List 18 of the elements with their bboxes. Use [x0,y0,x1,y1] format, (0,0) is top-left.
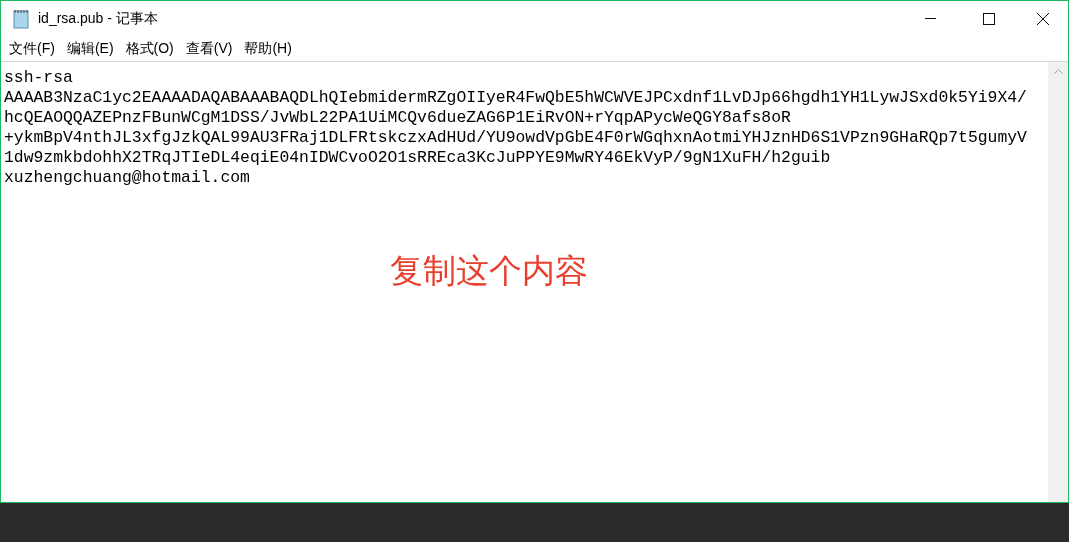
text-line: xuzhengchuang@hotmail.com [4,168,250,188]
menu-item[interactable]: 格式(O) [119,38,180,59]
window-title: id_rsa.pub - 记事本 [38,9,158,28]
close-icon [1037,12,1049,25]
text-line: AAAAB3NzaC1yc2EAAAADAQABAAABAQDLhQIebmidermRZgOIIyeR4FwQbE5hWCWVEJPCxdnf1LvDJp66hgdh1YH1LywJSxd0k5Yi9X4/ [4,88,1027,108]
text-line: +ykmBpV4nthJL3xfgJzkQAL99AU3FRaj1DLFRtskczxAdHUd/YU9owdVpGbE4F0rWGqhxnAotmiYHJznHD6S1VPzn9GHaRQp7t5gumyV [4,128,1027,148]
scroll-up-icon[interactable] [1053,68,1063,74]
scrollbar[interactable] [1048,62,1068,502]
menu-item[interactable]: 编辑(E) [60,38,120,59]
text-line: hcQEAOQQAZEPnzFBunWCgM1DSS/JvWbL22PA1UiMCQv6dueZAG6P1EiRvON+rYqpAPycWeQGY8afs8oR [4,108,791,128]
notepad-icon [12,8,30,29]
menu-item[interactable]: 帮助(H) [238,38,298,59]
text-line: ssh-rsa [4,68,73,88]
maximize-icon [983,12,995,25]
menu-item[interactable]: 查看(V) [179,38,239,59]
annotation-text: 复制这个内容 [390,250,588,292]
text-line: 1dw9zmkbdohhX2TRqJTIeDL4eqiE04nIDWCvoO2O1sRREca3KcJuPPYE9MwRY46EkVyP/9gN1XuFH/h2guib [4,148,831,168]
menu-item[interactable]: 文件(F) [3,38,61,59]
